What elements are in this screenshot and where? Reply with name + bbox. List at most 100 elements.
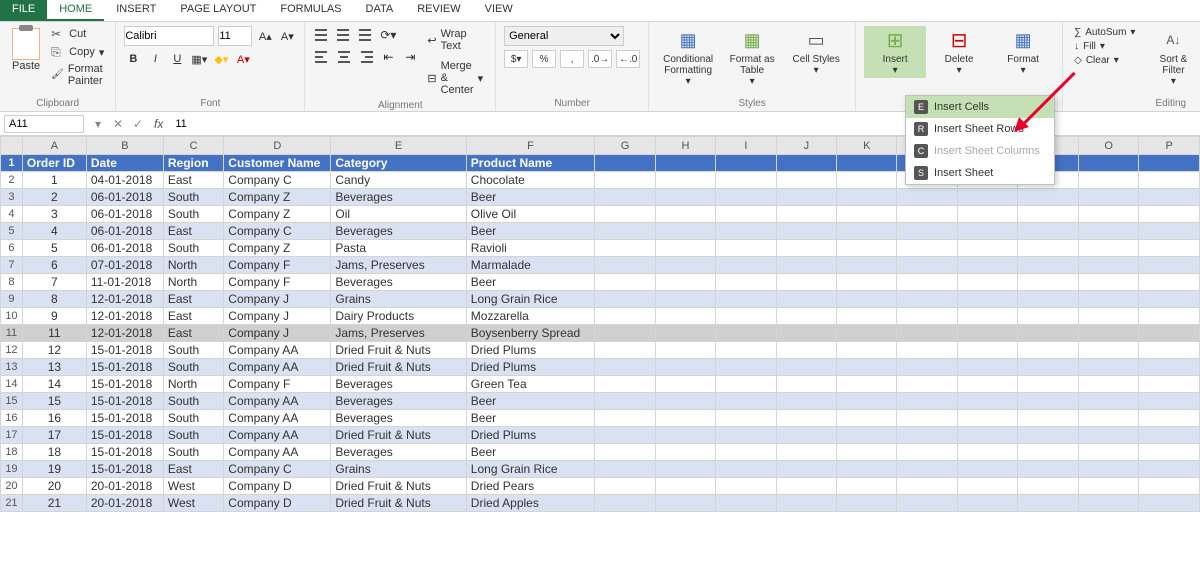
cell[interactable]: South <box>163 342 223 359</box>
cell[interactable] <box>1139 291 1200 308</box>
row-header-5[interactable]: 5 <box>1 223 23 240</box>
cell[interactable] <box>1139 274 1200 291</box>
column-header-H[interactable]: H <box>655 137 715 155</box>
cell[interactable] <box>957 393 1018 410</box>
row-header-15[interactable]: 15 <box>1 393 23 410</box>
cell[interactable] <box>897 206 957 223</box>
delete-button[interactable]: Delete▾ <box>928 26 990 78</box>
cell[interactable] <box>1139 240 1200 257</box>
cell[interactable]: South <box>163 359 223 376</box>
cell[interactable] <box>1078 478 1139 495</box>
cell[interactable] <box>776 427 836 444</box>
cell[interactable]: 5 <box>22 240 86 257</box>
cell[interactable]: 06-01-2018 <box>86 206 163 223</box>
cell[interactable]: Beer <box>466 393 595 410</box>
cell[interactable]: 15-01-2018 <box>86 342 163 359</box>
cell[interactable] <box>716 359 776 376</box>
cell[interactable] <box>655 376 715 393</box>
cell[interactable]: Dried Fruit & Nuts <box>331 495 466 512</box>
cell[interactable] <box>1018 189 1078 206</box>
cell[interactable] <box>716 342 776 359</box>
cell[interactable] <box>837 342 897 359</box>
font-color-button[interactable]: A▾ <box>234 50 252 68</box>
cell[interactable] <box>897 427 957 444</box>
cell[interactable] <box>1078 342 1139 359</box>
comma-format-button[interactable]: , <box>560 50 584 68</box>
column-header-O[interactable]: O <box>1078 137 1139 155</box>
cell[interactable]: Long Grain Rice <box>466 461 595 478</box>
increase-decimal-button[interactable]: .0→ <box>588 50 612 68</box>
cell[interactable]: Beverages <box>331 189 466 206</box>
cell[interactable] <box>1018 223 1078 240</box>
cell-B1[interactable]: Date <box>86 155 163 172</box>
cell[interactable] <box>1078 172 1139 189</box>
cell[interactable] <box>897 376 957 393</box>
align-center-button[interactable] <box>335 48 353 66</box>
cell[interactable] <box>1078 308 1139 325</box>
cell[interactable]: 12 <box>22 342 86 359</box>
cell[interactable]: 15-01-2018 <box>86 376 163 393</box>
border-button[interactable]: ▦▾ <box>190 50 208 68</box>
cell[interactable] <box>595 410 656 427</box>
cell[interactable] <box>897 274 957 291</box>
cell[interactable]: Company Z <box>224 189 331 206</box>
cell[interactable] <box>595 444 656 461</box>
cell[interactable]: Jams, Preserves <box>331 325 466 342</box>
cell[interactable] <box>1078 410 1139 427</box>
cell[interactable]: East <box>163 461 223 478</box>
cell[interactable] <box>595 325 656 342</box>
tab-review[interactable]: REVIEW <box>405 0 472 21</box>
tab-file[interactable]: FILE <box>0 0 47 21</box>
cell[interactable]: Beer <box>466 274 595 291</box>
row-header-8[interactable]: 8 <box>1 274 23 291</box>
cell[interactable] <box>595 393 656 410</box>
cell[interactable] <box>1018 359 1078 376</box>
cell[interactable]: 04-01-2018 <box>86 172 163 189</box>
cell[interactable] <box>776 478 836 495</box>
cell[interactable] <box>595 155 656 172</box>
cell[interactable] <box>957 240 1018 257</box>
cell[interactable] <box>837 189 897 206</box>
cell[interactable] <box>957 342 1018 359</box>
cell[interactable] <box>837 376 897 393</box>
cell[interactable] <box>1078 223 1139 240</box>
row-header-7[interactable]: 7 <box>1 257 23 274</box>
cell[interactable]: Beer <box>466 444 595 461</box>
cell[interactable] <box>897 461 957 478</box>
cell[interactable] <box>1078 376 1139 393</box>
column-header-E[interactable]: E <box>331 137 466 155</box>
row-header-3[interactable]: 3 <box>1 189 23 206</box>
cell[interactable] <box>716 240 776 257</box>
cell[interactable] <box>957 461 1018 478</box>
cell[interactable]: Company F <box>224 376 331 393</box>
cell[interactable] <box>837 410 897 427</box>
tab-home[interactable]: HOME <box>47 0 104 21</box>
merge-center-button[interactable]: ⊟Merge & Center ▾ <box>423 58 487 98</box>
cell[interactable] <box>897 478 957 495</box>
cell[interactable]: Company D <box>224 478 331 495</box>
cell[interactable] <box>1018 495 1078 512</box>
cell[interactable]: Dried Plums <box>466 342 595 359</box>
cell[interactable] <box>1018 461 1078 478</box>
cell[interactable] <box>655 189 715 206</box>
cell[interactable] <box>1018 274 1078 291</box>
cell[interactable]: 16 <box>22 410 86 427</box>
font-size-input[interactable] <box>218 26 252 46</box>
cell[interactable] <box>1018 478 1078 495</box>
cell[interactable]: Dried Fruit & Nuts <box>331 427 466 444</box>
cell[interactable]: 06-01-2018 <box>86 223 163 240</box>
cell[interactable] <box>716 325 776 342</box>
cell[interactable] <box>1139 342 1200 359</box>
cell[interactable] <box>897 308 957 325</box>
cell[interactable]: Company AA <box>224 393 331 410</box>
tab-page-layout[interactable]: PAGE LAYOUT <box>168 0 268 21</box>
cell[interactable]: Company D <box>224 495 331 512</box>
cell[interactable] <box>1018 410 1078 427</box>
fill-color-button[interactable]: ◆▾ <box>212 50 230 68</box>
fx-icon[interactable]: fx <box>154 117 163 131</box>
bold-button[interactable]: B <box>124 50 142 68</box>
cell[interactable]: 7 <box>22 274 86 291</box>
cell[interactable] <box>595 461 656 478</box>
cell[interactable]: 12-01-2018 <box>86 308 163 325</box>
cell[interactable]: Company J <box>224 325 331 342</box>
